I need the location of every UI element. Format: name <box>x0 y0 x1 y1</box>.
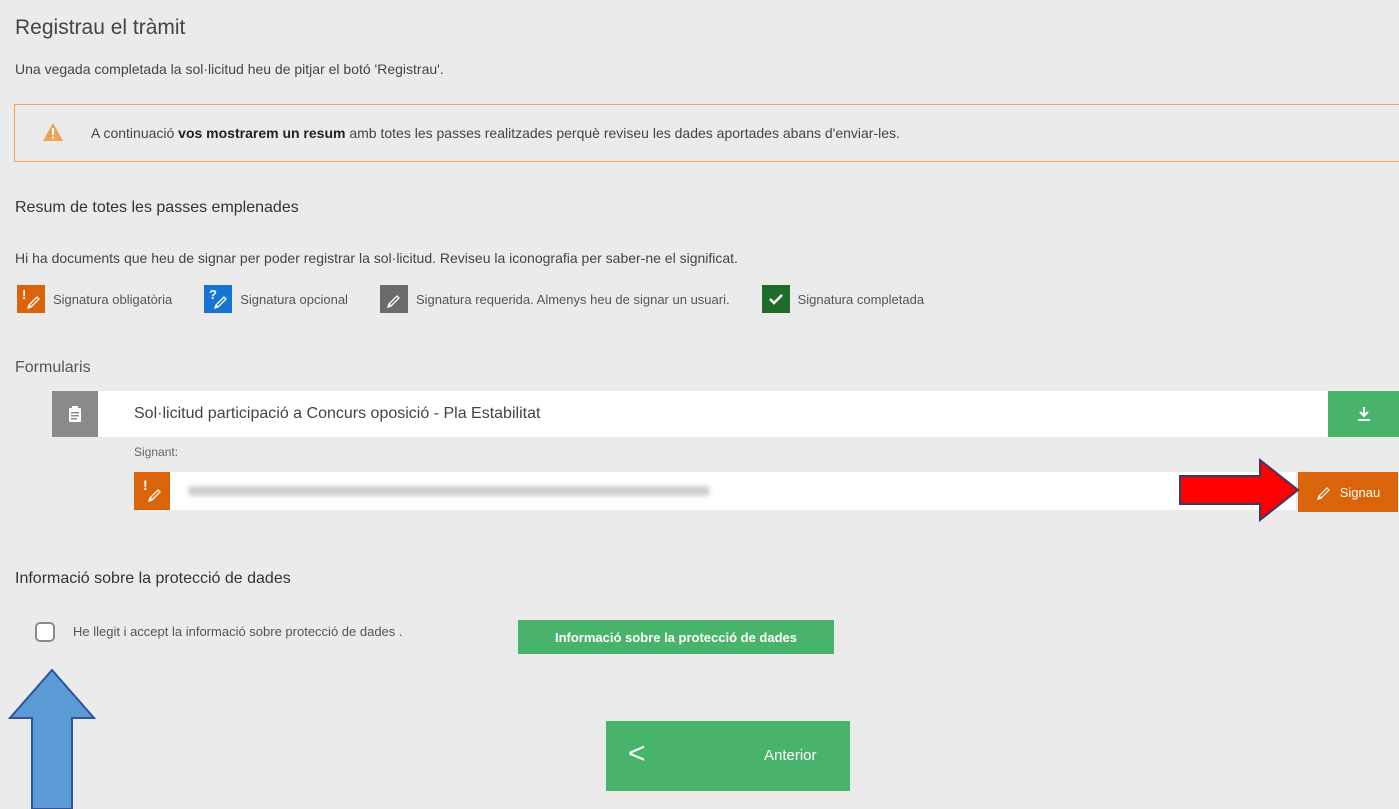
page-title: Registrau el tràmit <box>15 16 186 39</box>
sign-button[interactable]: Signau <box>1298 472 1398 512</box>
signant-label: Signant: <box>134 445 179 459</box>
forms-label: Formularis <box>15 359 91 376</box>
warning-box: A continuació vos mostrarem un resum amb… <box>14 104 1399 162</box>
pen-icon <box>1316 487 1330 500</box>
signature-legend: ! Signatura obligatòria ? Signatura opci… <box>17 285 956 313</box>
signer-row: ! <box>134 472 1296 510</box>
data-protection-info-button[interactable]: Informació sobre la protecció de dades <box>518 620 834 654</box>
required-signature-icon <box>379 285 408 313</box>
legend-label-mandatory: Signatura obligatòria <box>53 291 173 307</box>
sign-button-label: Signau <box>1339 484 1381 500</box>
blurred-signer-name <box>188 486 710 496</box>
warning-text: A continuació vos mostrarem un resum amb… <box>91 125 900 141</box>
clipboard-icon <box>52 391 98 437</box>
download-button[interactable] <box>1328 391 1399 437</box>
mandatory-signature-icon: ! <box>134 472 170 510</box>
legend-label-completed: Signatura completada <box>797 291 925 307</box>
warning-bold-text: vos mostrarem un resum <box>178 125 346 141</box>
legend-label-required: Signatura requerida. Almenys heu de sign… <box>415 291 730 307</box>
optional-signature-icon: ? <box>204 285 233 313</box>
docs-note: Hi ha documents que heu de signar per po… <box>15 250 738 266</box>
accept-checkbox-label[interactable]: He llegit i accept la informació sobre p… <box>73 624 403 639</box>
svg-text:!: ! <box>22 288 26 302</box>
blue-arrow-annotation <box>8 668 96 809</box>
warning-icon <box>43 123 63 146</box>
red-arrow-annotation <box>1179 458 1300 522</box>
previous-button-label: Anterior <box>764 747 817 764</box>
previous-button[interactable]: < Anterior <box>606 721 850 791</box>
data-protection-title: Informació sobre la protecció de dades <box>15 570 291 587</box>
accept-checkbox[interactable] <box>35 622 55 642</box>
chevron-left-icon: < <box>628 737 646 770</box>
completed-signature-icon <box>761 285 790 313</box>
form-row: Sol·licitud participació a Concurs oposi… <box>52 391 1399 437</box>
legend-label-optional: Signatura opcional <box>240 291 348 307</box>
summary-title: Resum de totes les passes emplenades <box>15 199 299 216</box>
form-title: Sol·licitud participació a Concurs oposi… <box>134 405 541 422</box>
svg-text:?: ? <box>209 288 217 302</box>
intro-text: Una vegada completada la sol·licitud heu… <box>15 61 444 77</box>
svg-text:!: ! <box>143 478 148 493</box>
download-icon <box>1358 407 1370 421</box>
mandatory-signature-icon: ! <box>17 285 45 313</box>
